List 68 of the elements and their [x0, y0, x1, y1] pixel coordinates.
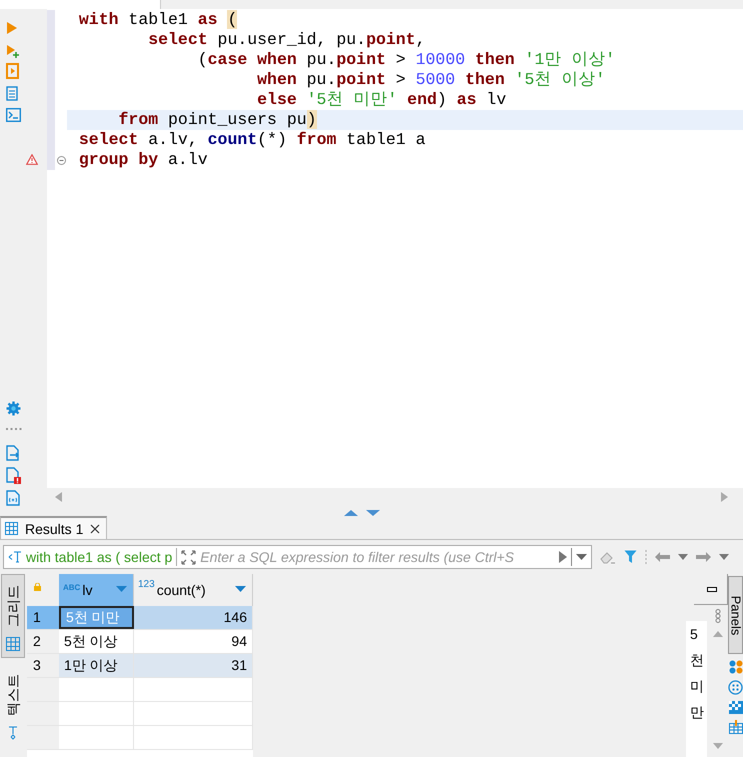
- eraser-icon[interactable]: [600, 550, 616, 564]
- type-label: ABC: [63, 583, 80, 592]
- lock-icon: [34, 583, 41, 591]
- minimize-icon[interactable]: [366, 510, 380, 516]
- file-variable-icon[interactable]: [6, 490, 20, 506]
- columns-icon[interactable]: [728, 660, 742, 674]
- row-number[interactable]: 3: [27, 654, 59, 677]
- scroll-down-icon[interactable]: [712, 743, 722, 749]
- dropdown-icon[interactable]: [678, 554, 688, 560]
- document-icon[interactable]: [6, 86, 18, 101]
- code-line: (case when pu.point > 10000 then '1만 이상': [196, 50, 616, 69]
- separator-icon: [645, 550, 647, 564]
- results-tab[interactable]: Results 1: [0, 516, 108, 539]
- terminal-icon[interactable]: [6, 108, 21, 122]
- code-line: when pu.point > 5000 then '5천 이상': [256, 70, 606, 89]
- export-icon[interactable]: [6, 445, 20, 461]
- close-icon[interactable]: [90, 524, 100, 534]
- more-icon[interactable]: [6, 428, 22, 431]
- filter-icon[interactable]: [624, 550, 637, 564]
- checker-icon[interactable]: [728, 701, 742, 714]
- table-cell[interactable]: 94: [134, 630, 253, 653]
- row-number[interactable]: 2: [27, 630, 59, 653]
- run-icon[interactable]: [6, 21, 18, 35]
- type-label: 123: [138, 579, 155, 590]
- script-icon[interactable]: [6, 63, 20, 79]
- panels-tab[interactable]: Panels: [728, 576, 743, 654]
- scroll-up-icon[interactable]: [712, 631, 722, 637]
- text-icon: [8, 726, 18, 740]
- sort-icon[interactable]: [235, 586, 246, 592]
- table-icon[interactable]: [728, 720, 742, 734]
- maximize-icon[interactable]: [344, 510, 358, 516]
- text-icon: [8, 551, 22, 563]
- file-error-icon[interactable]: [6, 467, 21, 484]
- run-new-tab-icon[interactable]: [6, 44, 20, 58]
- scroll-left-icon[interactable]: [55, 492, 63, 502]
- dropdown-icon[interactable]: [576, 554, 587, 560]
- row-number[interactable]: 1: [27, 606, 59, 629]
- restore-icon[interactable]: [707, 586, 717, 592]
- grid-dots-icon[interactable]: [728, 680, 743, 695]
- code-line: group by a.lv: [78, 150, 208, 169]
- view-tab[interactable]: 그리드: [1, 574, 25, 658]
- code-line: from point_users pu): [118, 110, 317, 129]
- code-line: select a.lv, count(*) from table1 a: [78, 130, 426, 149]
- value-text: 5천미만: [686, 621, 707, 757]
- view-tab[interactable]: 텍스트: [1, 664, 25, 746]
- code-line: else '5천 미만' end) as lv: [256, 90, 506, 109]
- column-label: count(*): [156, 582, 206, 598]
- query-preview[interactable]: with table1 as ( select p: [26, 549, 172, 565]
- back-icon[interactable]: [655, 552, 670, 562]
- table-cell[interactable]: 1만 이상: [59, 654, 134, 677]
- table-cell[interactable]: 146: [134, 606, 253, 629]
- column-label: lv: [82, 582, 92, 598]
- settings-icon[interactable]: [6, 401, 21, 416]
- code-line: with table1 as (: [78, 10, 238, 29]
- code-line: select pu.user_id, pu.point,: [147, 30, 426, 49]
- scroll-right-icon[interactable]: [720, 492, 728, 502]
- expand-icon[interactable]: [181, 550, 196, 564]
- table-cell[interactable]: 5천 이상: [59, 630, 134, 653]
- grid-icon: [6, 637, 20, 651]
- filter-field[interactable]: with table1 as ( select p Enter a SQL expression to filter results (use Ctrl+S: [3, 545, 592, 569]
- fold-icon[interactable]: [57, 156, 66, 165]
- grid-icon: [5, 522, 18, 535]
- forward-icon[interactable]: [696, 552, 711, 562]
- sort-icon[interactable]: [116, 586, 127, 592]
- apply-filter-icon[interactable]: [559, 551, 567, 563]
- dropdown-icon[interactable]: [719, 554, 729, 560]
- more-icon[interactable]: [714, 609, 720, 623]
- table-cell[interactable]: 31: [134, 654, 253, 677]
